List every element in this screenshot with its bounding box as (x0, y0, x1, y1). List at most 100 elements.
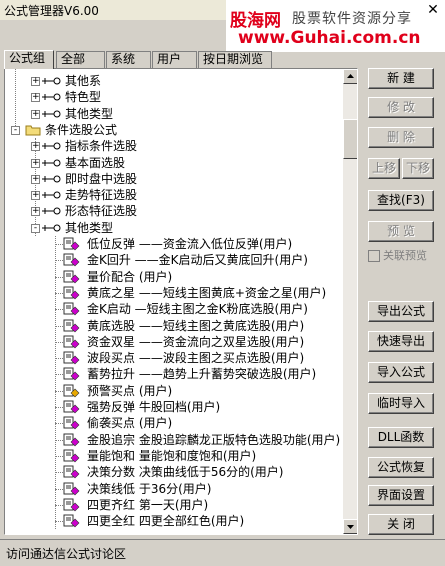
status-link[interactable]: 访问通达信公式讨论区 (6, 545, 126, 562)
tree-formula-row[interactable]: 金股追宗 金股追踪麟龙正版特色选股功能(用户) (5, 432, 343, 448)
modify-button[interactable]: 修 改 (368, 97, 434, 118)
key-link-icon (42, 224, 61, 232)
formula-tree[interactable]: + 其他系 + 特色型 + 其他类型 - 条件选股公式 + 指标条件选股 + 基本面选股 + 即时盘中选股… (4, 68, 358, 535)
tree-formula-row[interactable]: 资金双星 ——资金流向之双星选股(用户) (5, 334, 343, 350)
tree-formula-row[interactable]: 黄底之星 ——短线主图黄底+资金之星(用户) (5, 285, 343, 301)
status-bar: 访问通达信公式讨论区 (0, 539, 445, 566)
key-link-icon (42, 93, 61, 101)
tab-formula-group[interactable]: 公式组 (4, 50, 54, 69)
tree-group-row[interactable]: + 形态特征选股 (5, 203, 343, 219)
tab-user[interactable]: 用户 (152, 51, 197, 68)
tree-formula-row[interactable]: 波段买点 ——波段主图之买点选股(用户) (5, 350, 343, 366)
tree-item-label: 形态特征选股 (65, 204, 138, 219)
import-formula-button[interactable]: 导入公式 (368, 362, 434, 383)
tree-line (55, 504, 63, 506)
tree-group-row[interactable]: + 即时盘中选股 (5, 171, 343, 187)
move-down-button[interactable]: 下移 (402, 158, 434, 179)
expand-icon[interactable]: + (31, 93, 40, 103)
key-link-icon (42, 159, 61, 166)
tree-group-row[interactable]: - 其他类型 (5, 220, 343, 236)
tree-item-label: 预警买点 (用户) (87, 383, 173, 398)
tree-formula-row[interactable]: 预警买点 (用户) (5, 383, 343, 399)
tree-formula-row[interactable]: 黄底选股 ——短线主图之黄底选股(用户) (5, 318, 343, 334)
tree-formula-row[interactable]: 强势反弹 牛股回档(用户) (5, 399, 343, 415)
tree-scrollbar[interactable] (343, 69, 357, 534)
dll-function-button[interactable]: DLL函数 (368, 427, 434, 448)
expand-icon[interactable]: + (31, 191, 40, 201)
tree-formula-row[interactable]: 决策分数 决策曲线低于56分的(用户) (5, 464, 343, 480)
tree-formula-row[interactable]: 四更齐红 第一天(用户) (5, 497, 343, 513)
tree-line (55, 276, 63, 278)
formula-page-icon (63, 270, 80, 284)
tree-group-row[interactable]: + 特色型 (5, 89, 343, 105)
tree-formula-row[interactable]: 四更全红 四更全部红色(用户) (5, 513, 343, 529)
tree-item-label: 即时盘中选股 (65, 171, 138, 186)
tab-system[interactable]: 系统 (106, 51, 151, 68)
formula-page-icon (63, 449, 80, 463)
tab-label: 全部 (61, 52, 86, 66)
tree-formula-row[interactable]: 金K回升 ——金K启动后又黄底回升(用户) (5, 252, 343, 268)
scroll-thumb[interactable] (343, 119, 357, 159)
tree-line (55, 374, 63, 376)
tab-label: 按日期浏览 (203, 52, 264, 66)
tree-formula-row[interactable]: 量能饱和 量能饱和度饱和(用户) (5, 448, 343, 464)
tree-group-row[interactable]: + 其他类型 (5, 106, 343, 122)
move-up-button[interactable]: 上移 (368, 158, 400, 179)
tree-group-row[interactable]: + 基本面选股 (5, 155, 343, 171)
arrow-up-icon (347, 74, 354, 78)
alert-formula-icon (63, 384, 80, 398)
formula-restore-button[interactable]: 公式恢复 (368, 457, 434, 478)
quick-export-button[interactable]: 快速导出 (368, 331, 434, 352)
expand-icon[interactable]: + (31, 109, 40, 119)
scroll-down-button[interactable] (343, 519, 357, 534)
close-icon[interactable]: ✕ (424, 2, 442, 18)
tree-formula-row[interactable]: 低位反弹 ——资金流入低位反弹(用户) (5, 236, 343, 252)
tree-line (55, 260, 63, 262)
new-button[interactable]: 新 建 (368, 68, 434, 89)
collapse-icon[interactable]: - (31, 223, 40, 233)
tree-item-label: 决策分数 决策曲线低于56分的(用户) (87, 465, 284, 480)
expand-icon[interactable]: + (31, 142, 40, 152)
checkbox-box[interactable] (368, 250, 380, 262)
tree-folder-row[interactable]: - 条件选股公式 (5, 122, 343, 138)
tab-label: 公式组 (9, 51, 46, 65)
tree-group-row[interactable]: + 走势特征选股 (5, 187, 343, 203)
watermark-banner: 股海网 股票软件资源分享 www.Guhai.com.cn ✕ (226, 0, 445, 52)
tree-group-row[interactable]: + 其他系 (5, 73, 343, 89)
find-button[interactable]: 查找(F3) (368, 190, 434, 211)
close-button[interactable]: 关 闭 (368, 514, 434, 535)
formula-page-icon (63, 482, 80, 495)
preview-button[interactable]: 预 览 (368, 221, 434, 242)
tree-formula-row[interactable]: 决策线低 于36分(用户) (5, 481, 343, 497)
expand-icon[interactable]: + (31, 174, 40, 184)
collapse-icon[interactable]: - (11, 125, 20, 135)
tree-formula-row[interactable]: 偷袭买点 (用户) (5, 415, 343, 431)
key-link-icon (42, 191, 61, 199)
expand-icon[interactable]: + (31, 158, 40, 168)
related-preview-label: 关联预览 (383, 249, 427, 262)
tree-item-label: 资金双星 ——资金流向之双星选股(用户) (87, 334, 305, 349)
tab-all[interactable]: 全部 (56, 51, 105, 68)
ui-settings-button[interactable]: 界面设置 (368, 485, 434, 506)
expand-icon[interactable]: + (31, 207, 40, 217)
tree-formula-row[interactable]: 金K启动 —短线主图之金K粉底选股(用户) (5, 301, 343, 317)
tree-line (55, 390, 63, 392)
delete-button[interactable]: 删 除 (368, 127, 434, 148)
tree-item-label: 蓄势拉升 ——趋势上升蓄势突破选股(用户) (87, 367, 317, 382)
tree-group-row[interactable]: + 指标条件选股 (5, 138, 343, 154)
formula-page-icon (63, 465, 80, 479)
tree-line (55, 521, 63, 523)
related-preview-checkbox[interactable]: 关联预览 (368, 249, 444, 263)
expand-icon[interactable]: + (31, 77, 40, 86)
tree-line (55, 292, 63, 294)
tree-line (55, 244, 63, 245)
temp-import-button[interactable]: 临时导入 (368, 393, 434, 414)
export-formula-button[interactable]: 导出公式 (368, 301, 434, 322)
key-link-icon (42, 110, 61, 118)
tree-formula-row[interactable]: 蓄势拉升 ——趋势上升蓄势突破选股(用户) (5, 366, 343, 382)
tab-browse-by-date[interactable]: 按日期浏览 (198, 51, 272, 68)
formula-page-icon (63, 319, 80, 332)
tree-formula-row[interactable]: 量价配合 (用户) (5, 269, 343, 285)
tree-item-label: 强势反弹 牛股回档(用户) (87, 400, 221, 414)
scroll-up-button[interactable] (343, 69, 357, 84)
